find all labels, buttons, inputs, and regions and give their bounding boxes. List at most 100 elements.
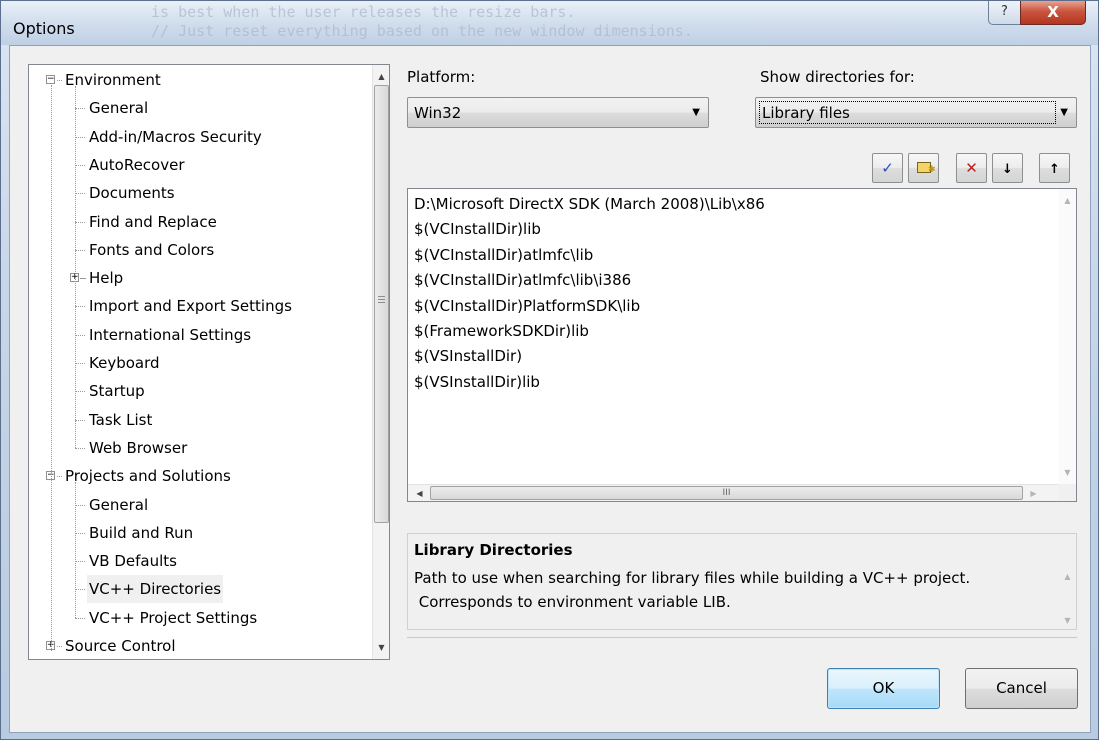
tree-guide-line (75, 482, 76, 618)
tree-connector (75, 108, 85, 110)
tree-connector (75, 136, 85, 138)
tree-connector (75, 249, 85, 251)
tree-item-label: Fonts and Colors (89, 240, 215, 259)
delete-x-icon: ✕ (965, 159, 978, 177)
directory-list-item[interactable]: $(VSInstallDir) (414, 347, 522, 365)
tree-item-label: Web Browser (89, 438, 188, 457)
background-code-line-1: is best when the user releases the resiz… (151, 3, 576, 21)
tree-item-label: VC++ Project Settings (89, 608, 258, 627)
options-tree[interactable]: − Environment General Add-in/Macros Securit… (28, 64, 390, 660)
directory-list-item[interactable]: $(VCInstallDir)lib (414, 220, 541, 238)
tree-item-label: VB Defaults (89, 552, 177, 571)
description-text: Path to use when searching for library f… (414, 566, 1044, 614)
arrow-down-icon: ↓ (1002, 162, 1013, 177)
options-dialog: is best when the user releases the resiz… (0, 0, 1099, 740)
directories-list[interactable]: D:\Microsoft DirectX SDK (March 2008)\Li… (407, 188, 1077, 502)
scroll-up-arrow-icon[interactable]: ▲ (373, 68, 389, 85)
close-button[interactable]: X (1020, 1, 1086, 25)
horizontal-scroll-thumb[interactable]: III (430, 486, 1023, 500)
tree-guide-line (75, 86, 76, 448)
tree-item-label: Help (89, 269, 124, 288)
list-horizontal-scrollbar[interactable]: ◀ III ▶ (408, 484, 1059, 501)
background-code-text: is best when the user releases the resiz… (151, 3, 693, 41)
tree-connector (75, 391, 85, 393)
description-line-2: Corresponds to environment variable LIB. (414, 593, 731, 611)
ok-button[interactable]: OK (827, 668, 940, 709)
delete-button[interactable]: ✕ (956, 153, 987, 183)
tree-connector (75, 561, 85, 563)
platform-label: Platform: (407, 68, 476, 86)
show-directories-combo[interactable]: Library files ▼ (755, 97, 1077, 128)
description-scrollbar[interactable]: ▲ ▼ (1059, 562, 1076, 629)
tree-connector (75, 164, 85, 166)
window-title: Options (13, 19, 75, 38)
title-bar[interactable]: is best when the user releases the resiz… (1, 1, 1098, 45)
scroll-right-arrow-icon[interactable]: ▶ (1025, 485, 1042, 501)
tree-item-label: Documents (89, 184, 175, 203)
tree-item-label: General (89, 99, 149, 118)
description-title: Library Directories (414, 541, 573, 559)
dialog-body: − Environment General Add-in/Macros Securit… (9, 45, 1091, 733)
platform-combo[interactable]: Win32 ▼ (407, 97, 709, 128)
scroll-down-arrow-icon[interactable]: ▼ (1059, 464, 1076, 481)
collapse-icon[interactable]: − (46, 75, 55, 84)
list-vertical-scrollbar[interactable]: ▲ ▼ (1059, 189, 1076, 484)
show-directories-value: Library files (762, 104, 850, 122)
background-code-line-2: // Just reset everything based on the ne… (151, 22, 693, 40)
tree-connector (57, 646, 62, 647)
tree-connector (75, 193, 85, 195)
tree-connector (57, 80, 62, 81)
directory-list-item[interactable]: D:\Microsoft DirectX SDK (March 2008)\Li… (414, 195, 765, 213)
scroll-corner (1058, 484, 1076, 501)
tree-guide-line (51, 85, 52, 651)
scroll-down-arrow-icon[interactable]: ▼ (1059, 612, 1076, 629)
tree-item-label: VC++ Directories (87, 575, 224, 604)
show-directories-label: Show directories for: (760, 68, 915, 86)
new-folder-button[interactable]: ✱ (908, 153, 939, 183)
tree-item-label: Source Control (65, 637, 176, 655)
tree-vertical-scrollbar[interactable]: ▲ ▼ (372, 65, 389, 659)
tree-connector (75, 221, 85, 223)
new-line-button[interactable]: ✓ (872, 153, 903, 183)
directory-list-item[interactable]: $(VCInstallDir)atlmfc\lib (414, 246, 593, 264)
tree-connector (75, 617, 85, 619)
help-button[interactable]: ? (988, 1, 1021, 25)
directory-list-item[interactable]: $(VCInstallDir)PlatformSDK\lib (414, 297, 640, 315)
tree-item-label: Build and Run (89, 523, 194, 542)
platform-value: Win32 (414, 104, 462, 122)
scroll-up-arrow-icon[interactable]: ▲ (1059, 192, 1076, 209)
scroll-left-arrow-icon[interactable]: ◀ (411, 485, 428, 501)
tree-connector (57, 476, 62, 478)
chevron-down-icon: ▼ (1060, 107, 1068, 118)
tree-connector (75, 532, 85, 534)
arrow-up-icon: ↑ (1049, 162, 1060, 177)
cancel-button[interactable]: Cancel (965, 668, 1078, 709)
tree-connector (75, 447, 85, 449)
tree-connector (75, 334, 85, 336)
move-up-button[interactable]: ↑ (1039, 153, 1070, 183)
grip-line (378, 302, 385, 303)
folder-icon: ✱ (916, 162, 936, 175)
scroll-down-arrow-icon[interactable]: ▼ (373, 639, 389, 656)
tree-connector (75, 306, 85, 308)
directory-list-item[interactable]: $(VSInstallDir)lib (414, 373, 540, 391)
tree-item-label: Environment (65, 71, 161, 89)
separator (407, 637, 1077, 638)
tree-item-label: Find and Replace (89, 212, 217, 231)
description-panel: Library Directories Path to use when sea… (407, 533, 1077, 630)
directory-list-item[interactable]: $(VCInstallDir)atlmfc\lib\i386 (414, 271, 631, 289)
chevron-down-icon: ▼ (692, 107, 700, 118)
tree-connector (75, 504, 85, 506)
scroll-thumb[interactable] (374, 85, 389, 523)
tree-item-label: General (89, 495, 149, 514)
tree-item-label: Keyboard (89, 354, 160, 372)
tree-connector (75, 419, 85, 421)
tree-connector (75, 589, 85, 591)
scroll-up-arrow-icon[interactable]: ▲ (1059, 568, 1076, 585)
directory-list-item[interactable]: $(FrameworkSDKDir)lib (414, 322, 589, 340)
tree-item-label: Projects and Solutions (65, 467, 231, 486)
tree-item-label: Add-in/Macros Security (89, 127, 262, 146)
tree-connector (81, 278, 86, 280)
description-line-1: Path to use when searching for library f… (414, 569, 971, 587)
move-down-button[interactable]: ↓ (992, 153, 1023, 183)
